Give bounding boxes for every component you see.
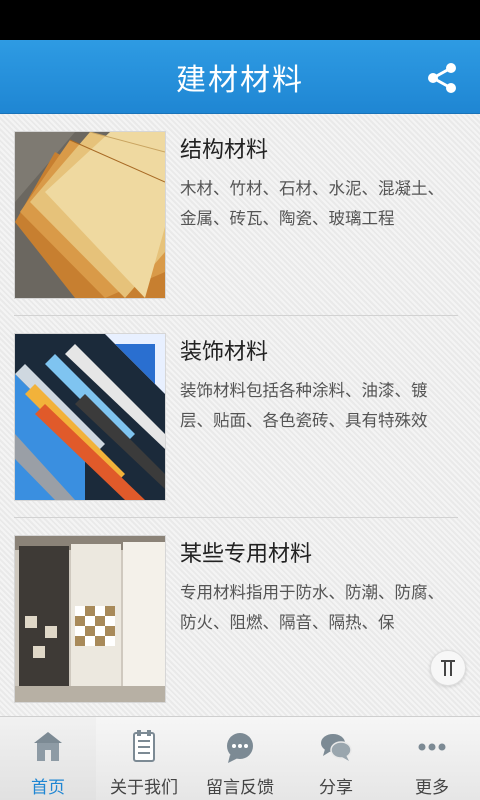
item-thumbnail: [14, 333, 166, 501]
tab-label: 留言反馈: [206, 778, 274, 798]
item-description: 专用材料指用于防水、防潮、防腐、防火、阻燃、隔音、隔热、保: [180, 583, 444, 632]
item-title: 某些专用材料: [180, 542, 313, 567]
item-thumbnail: [14, 535, 166, 703]
wood-planks-image: [15, 132, 165, 298]
chat-bubbles-icon: [321, 734, 352, 761]
tab-share[interactable]: 分享: [288, 717, 384, 800]
page-title: 建材材料: [176, 62, 304, 98]
list-item[interactable]: 装饰材料 装饰材料包括各种涂料、油漆、镀层、贴面、各色瓷砖、具有特殊效: [0, 316, 480, 518]
tab-label: 首页: [31, 778, 65, 798]
item-title: 结构材料: [180, 138, 269, 163]
share-icon: [428, 63, 456, 93]
more-dots-icon: [418, 743, 446, 751]
list-item[interactable]: 结构材料 木材、竹材、石材、水泥、混凝土、金属、砖瓦、陶瓷、玻璃工程: [0, 114, 480, 316]
tab-bar: 首页 关于我们 留言反馈 分享 更多: [0, 716, 480, 800]
list-item[interactable]: 某些专用材料 专用材料指用于防水、防潮、防腐、防火、阻燃、隔音、隔热、保: [0, 518, 480, 716]
app-header: 建材材料: [0, 40, 480, 114]
tab-label: 关于我们: [110, 778, 178, 798]
status-bar: [0, 0, 480, 40]
tab-more[interactable]: 更多: [384, 717, 480, 800]
chat-bubble-icon: [227, 733, 253, 763]
tab-label: 更多: [415, 778, 449, 798]
tab-label: 分享: [319, 778, 353, 798]
item-thumbnail: [14, 131, 166, 299]
tab-about[interactable]: 关于我们: [96, 717, 192, 800]
back-to-top-icon: [441, 660, 455, 676]
tab-feedback[interactable]: 留言反馈: [192, 717, 288, 800]
back-to-top-button[interactable]: [430, 650, 466, 686]
item-description: 木材、竹材、石材、水泥、混凝土、金属、砖瓦、陶瓷、玻璃工程: [180, 179, 444, 228]
home-icon: [34, 732, 62, 761]
decorative-frames-image: [15, 334, 165, 500]
document-icon: [133, 730, 155, 762]
tile-display-image: [15, 536, 165, 702]
tab-home[interactable]: 首页: [0, 717, 96, 800]
item-title: 装饰材料: [180, 340, 269, 365]
material-list: 结构材料 木材、竹材、石材、水泥、混凝土、金属、砖瓦、陶瓷、玻璃工程 装饰材料 …: [0, 114, 480, 716]
share-button[interactable]: [424, 60, 460, 96]
item-description: 装饰材料包括各种涂料、油漆、镀层、贴面、各色瓷砖、具有特殊效: [180, 381, 428, 430]
